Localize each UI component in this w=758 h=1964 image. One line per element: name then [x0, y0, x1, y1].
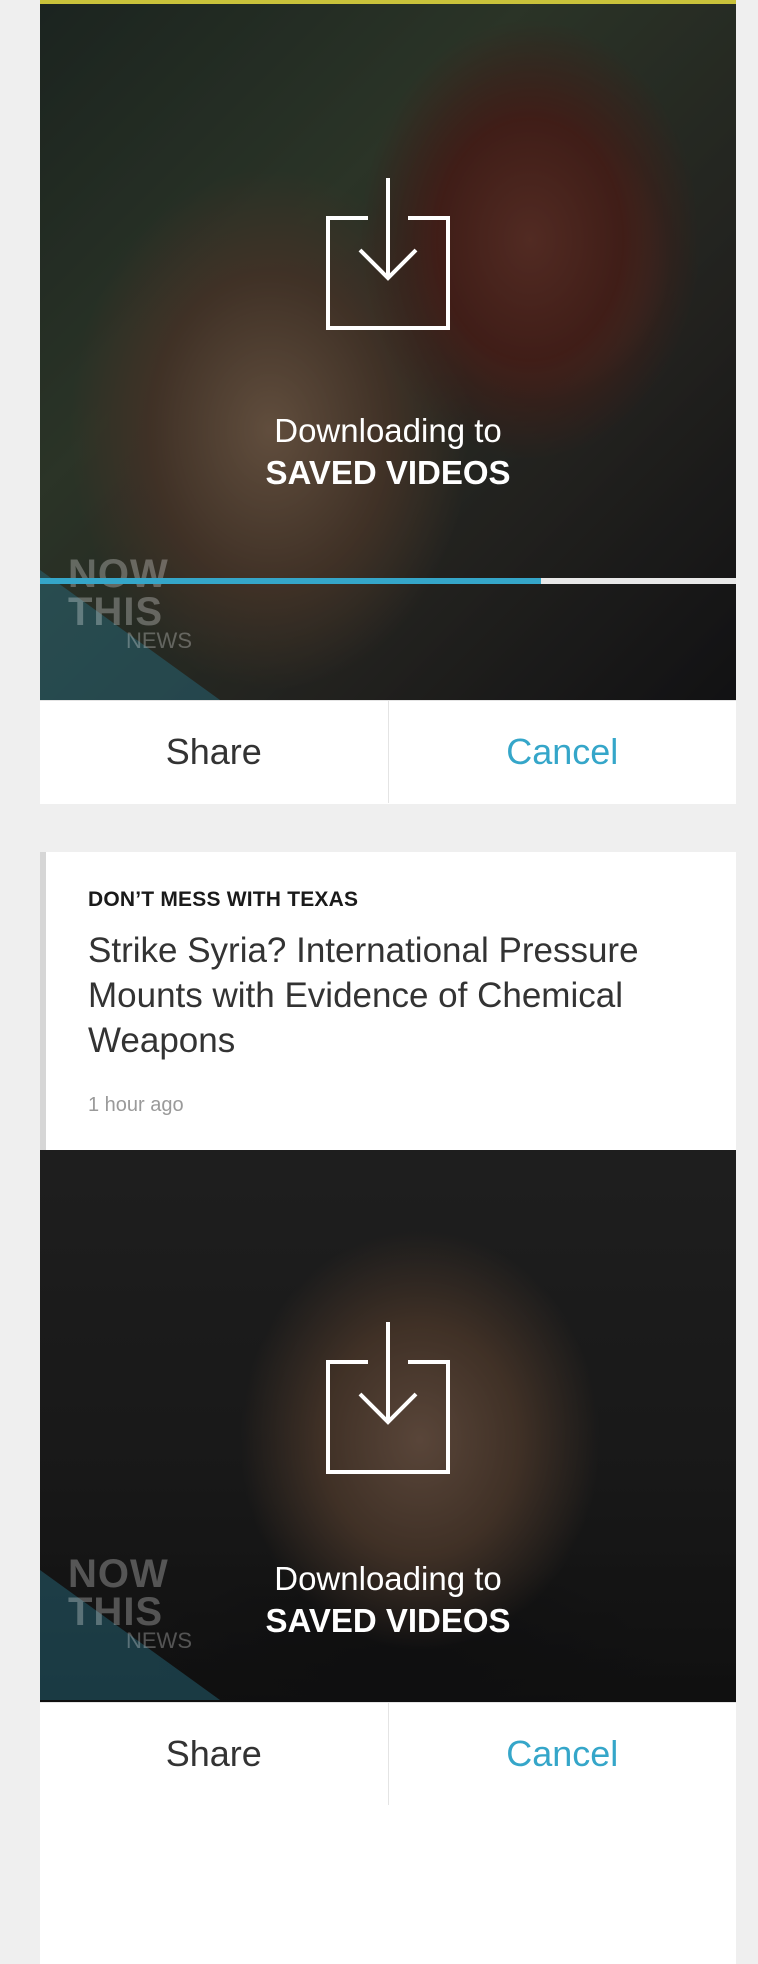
cancel-button[interactable]: Cancel [389, 701, 737, 803]
download-icon [318, 178, 458, 338]
video-card-1: NOW THIS NEWS Downloading to SAVED VIDEO… [40, 0, 736, 804]
article-headline[interactable]: Strike Syria? International Pressure Mou… [88, 928, 708, 1063]
cancel-button[interactable]: Cancel [389, 1703, 737, 1805]
card-actions-2: Share Cancel [40, 1702, 736, 1805]
article-timestamp: 1 hour ago [88, 1094, 184, 1116]
download-status-destination: SAVED VIDEOS [265, 454, 511, 491]
share-button[interactable]: Share [40, 701, 389, 803]
share-button[interactable]: Share [40, 1703, 389, 1805]
video-thumbnail-2[interactable]: NOW THIS NEWS Downloading to SAVED VIDEO… [40, 1150, 736, 1702]
video-thumbnail-1[interactable]: NOW THIS NEWS Downloading to SAVED VIDEO… [40, 0, 736, 700]
download-progress-fill [40, 578, 542, 584]
download-icon [318, 1322, 458, 1482]
article-accent-bar [40, 852, 46, 1150]
download-status-line1: Downloading to [274, 1560, 502, 1597]
download-progress-bar [40, 578, 736, 584]
nowthis-watermark: NOW THIS NEWS [68, 552, 192, 653]
download-status: Downloading to SAVED VIDEOS [40, 1558, 736, 1642]
download-status-destination: SAVED VIDEOS [265, 1602, 511, 1639]
card-actions-1: Share Cancel [40, 700, 736, 803]
download-status-line1: Downloading to [274, 412, 502, 449]
top-accent-bar [40, 0, 736, 4]
article-header[interactable]: DON’T MESS WITH TEXAS Strike Syria? Inte… [40, 852, 736, 1150]
article-kicker: DON’T MESS WITH TEXAS [88, 888, 359, 911]
download-status: Downloading to SAVED VIDEOS [40, 410, 736, 494]
video-card-2: DON’T MESS WITH TEXAS Strike Syria? Inte… [40, 852, 736, 1964]
